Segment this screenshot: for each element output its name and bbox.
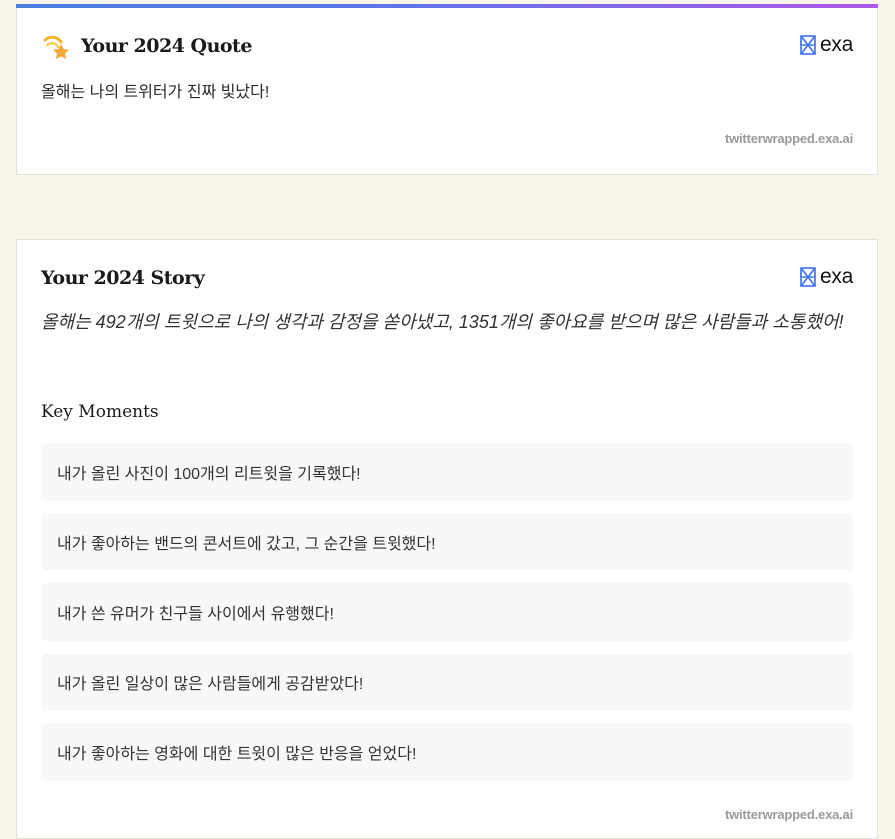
exa-brand-name: exa — [820, 265, 853, 288]
story-title-group: Your 2024 Story — [41, 263, 205, 293]
key-moment-item: 내가 쓴 유머가 친구들 사이에서 유행했다! — [41, 583, 853, 641]
quote-title-group: Your 2024 Quote — [41, 31, 252, 61]
key-moments-list: 내가 올린 사진이 100개의 리트윗을 기록했다! 내가 좋아하는 밴드의 콘… — [41, 443, 853, 793]
quote-card-title: Your 2024 Quote — [81, 35, 252, 57]
story-card: Your 2024 Story exa 올해는 492개의 트윗으로 나의 생각… — [16, 239, 878, 839]
exa-brand[interactable]: exa — [800, 265, 853, 289]
story-card-title: Your 2024 Story — [41, 267, 205, 289]
exa-logo-icon — [800, 267, 816, 287]
story-card-header: Your 2024 Story exa — [41, 263, 853, 293]
exa-logo-icon — [800, 35, 816, 55]
quote-text: 올해는 나의 트위터가 진짜 빛났다! — [41, 84, 270, 101]
key-moment-item: 내가 좋아하는 밴드의 콘서트에 갔고, 그 순간을 트윗했다! — [41, 513, 853, 571]
accent-bar — [16, 4, 878, 8]
key-moment-item: 내가 좋아하는 영화에 대한 트윗이 많은 반응을 얻었다! — [41, 723, 853, 781]
footer-link[interactable]: twitterwrapped.exa.ai — [725, 131, 853, 146]
key-moments-heading: Key Moments — [41, 402, 159, 422]
key-moment-item: 내가 올린 일상이 많은 사람들에게 공감받았다! — [41, 653, 853, 711]
story-summary: 올해는 492개의 트윗으로 나의 생각과 감정을 쏟아냈고, 1351개의 좋… — [41, 312, 844, 332]
key-moment-item: 내가 올린 사진이 100개의 리트윗을 기록했다! — [41, 443, 853, 501]
quote-card-header: Your 2024 Quote exa — [41, 31, 853, 61]
exa-brand[interactable]: exa — [800, 33, 853, 57]
exa-brand-name: exa — [820, 33, 853, 56]
footer-link[interactable]: twitterwrapped.exa.ai — [725, 807, 853, 822]
shooting-star-icon — [41, 32, 69, 60]
quote-card: Your 2024 Quote exa 올해는 나의 트위터가 진짜 빛났다! … — [16, 4, 878, 175]
